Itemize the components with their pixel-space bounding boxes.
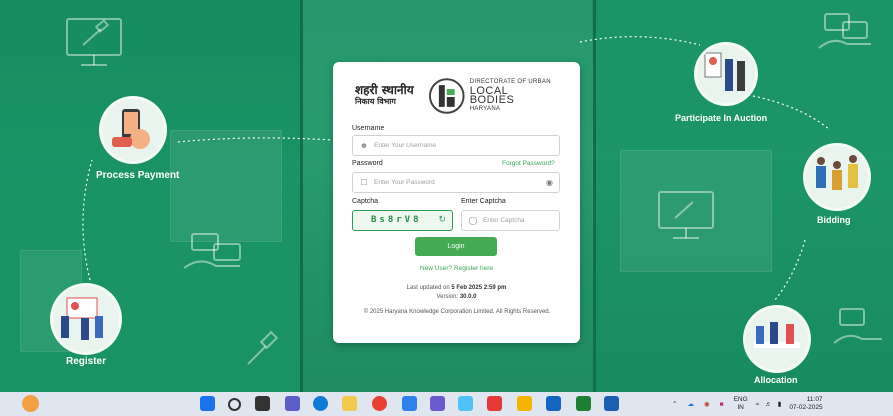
- windows-start-icon[interactable]: [200, 396, 215, 411]
- background-page: Process Payment Register Participate In …: [0, 0, 893, 392]
- lang-line2: IN: [737, 404, 744, 411]
- step-register: Register: [66, 356, 107, 367]
- process-payment-illustration: [99, 96, 167, 164]
- chrome-icon[interactable]: [372, 396, 387, 411]
- excel-icon[interactable]: [576, 396, 591, 411]
- tray-app-icon[interactable]: ■: [720, 401, 724, 408]
- last-updated-value: 5 Feb 2025 2:59 pm: [451, 285, 507, 291]
- department-logo: शहरी स्थानीय निकाय विभाग DIRECTORATE OF …: [355, 76, 555, 116]
- app-icon[interactable]: [517, 396, 532, 411]
- username-placeholder: Enter Your Username: [374, 142, 437, 149]
- onedrive-icon[interactable]: ☁: [687, 400, 694, 408]
- step-bidding: Bidding: [817, 215, 851, 225]
- lock-icon: ☐: [360, 178, 368, 187]
- system-tray: ⌃ ☁ ◉ ■ ENG IN ≈ ♬ ▮ 11:07 07-02-2025: [672, 392, 823, 416]
- logo-en-line2: LOCAL BODIES: [469, 85, 515, 106]
- register-illustration: [50, 283, 122, 355]
- step-allocation: Allocation: [754, 375, 798, 385]
- username-field[interactable]: ☻ Enter Your Username: [352, 135, 560, 156]
- app-icon[interactable]: [487, 396, 502, 411]
- version-prefix: Version:: [436, 294, 459, 300]
- allocation-illustration: [743, 305, 811, 373]
- lang-line1: ENG: [733, 396, 748, 403]
- version-value: 30.0.0: [459, 294, 477, 300]
- logo-hindi-text: शहरी स्थानीय निकाय विभाग: [355, 83, 424, 107]
- logo-hindi-line2: निकाय विभाग: [355, 96, 396, 106]
- captcha-input[interactable]: ◯ Enter Captcha: [461, 210, 560, 231]
- enter-captcha-label: Enter Captcha: [461, 198, 506, 205]
- version-info: Version: 30.0.0: [333, 294, 580, 300]
- last-updated-prefix: Last updated on: [406, 285, 450, 291]
- app-icon[interactable]: [402, 396, 417, 411]
- step-participate-auction: Participate In Auction: [675, 113, 768, 123]
- user-icon: ☻: [359, 141, 369, 150]
- weather-widget-icon[interactable]: [22, 395, 39, 412]
- step-process-payment: Process Payment: [96, 170, 180, 181]
- password-label: Password: [352, 160, 383, 167]
- forgot-password-link[interactable]: Forgot Password?: [502, 160, 555, 167]
- shield-icon: ◯: [468, 216, 478, 225]
- bidding-illustration: [803, 143, 871, 211]
- tray-app-icon[interactable]: ◉: [704, 400, 710, 408]
- battery-icon[interactable]: ▮: [778, 400, 782, 408]
- login-card: शहरी स्थानीय निकाय विभाग DIRECTORATE OF …: [333, 62, 580, 343]
- clock-date: 07-02-2025: [789, 404, 823, 411]
- app-icon[interactable]: [458, 396, 473, 411]
- search-icon[interactable]: [228, 398, 241, 411]
- clock-time: 11:07: [806, 396, 823, 403]
- teams-icon[interactable]: [285, 396, 300, 411]
- edge-icon[interactable]: [313, 396, 328, 411]
- task-view-icon[interactable]: [255, 396, 270, 411]
- word-icon[interactable]: [604, 396, 619, 411]
- ulb-emblem-icon: [429, 78, 465, 114]
- captcha-label: Captcha: [352, 198, 379, 205]
- language-indicator[interactable]: ENG IN: [734, 396, 748, 412]
- logo-hindi-line1: शहरी स्थानीय: [355, 83, 414, 97]
- logo-en-line3: HARYANA: [469, 106, 501, 112]
- volume-icon[interactable]: ♬: [765, 401, 772, 408]
- file-explorer-icon[interactable]: [342, 396, 357, 411]
- refresh-captcha-icon[interactable]: ↻: [438, 214, 446, 225]
- logo-english-text: DIRECTORATE OF URBAN LOCAL BODIES HARYAN…: [470, 78, 555, 114]
- register-link[interactable]: New User? Register here: [333, 265, 580, 272]
- outlook-icon[interactable]: [546, 396, 561, 411]
- captcha-text: Bs8rV8: [371, 215, 422, 225]
- login-button[interactable]: Login: [415, 237, 497, 256]
- chevron-up-icon[interactable]: ⌃: [672, 400, 677, 408]
- participate-illustration: [694, 42, 758, 106]
- clock[interactable]: 11:07 07-02-2025: [789, 396, 822, 412]
- last-updated: Last updated on 5 Feb 2025 2:59 pm: [333, 285, 580, 291]
- password-field[interactable]: ☐ Enter Your Password ◉: [352, 172, 560, 193]
- captcha-box: Bs8rV8 ↻: [352, 210, 453, 231]
- show-password-eye-icon[interactable]: ◉: [546, 178, 553, 187]
- wifi-icon[interactable]: ≈: [756, 401, 760, 408]
- pdf-icon[interactable]: [430, 396, 445, 411]
- captcha-placeholder: Enter Captcha: [483, 217, 525, 224]
- password-placeholder: Enter Your Password: [374, 179, 435, 186]
- username-label: Username: [352, 125, 385, 132]
- copyright: © 2025 Haryana Knowledge Corporation Lim…: [363, 309, 551, 315]
